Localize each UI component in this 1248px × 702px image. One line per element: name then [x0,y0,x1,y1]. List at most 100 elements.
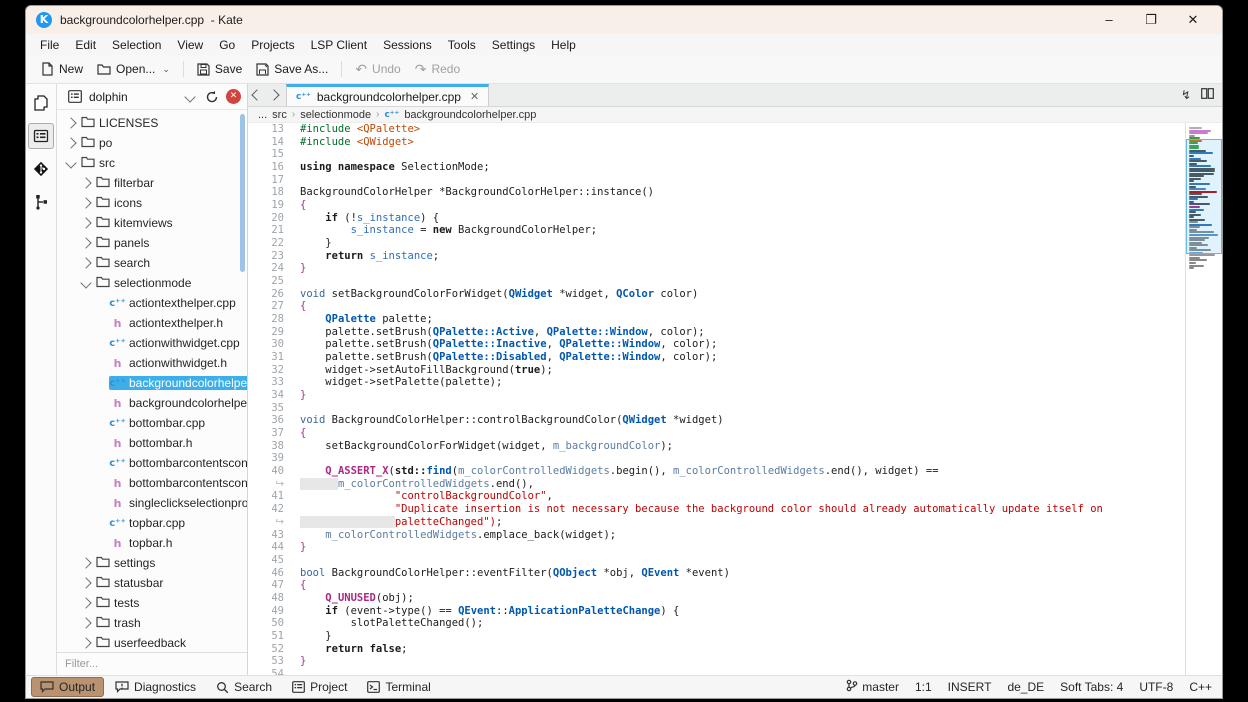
tree-folder-po[interactable]: po [57,133,247,153]
tab-close-icon[interactable]: ✕ [470,90,479,103]
code-line[interactable]: ↪ m_colorControlledWidgets.end(), [248,477,1185,491]
project-toolview-button[interactable]: Project [283,677,356,697]
git-branch-segment[interactable]: master [846,679,899,695]
projects-panel-icon[interactable] [28,123,54,149]
text-editor[interactable]: 13 #include <QPalette> 14 #include <QWidget… [248,123,1185,675]
documents-icon[interactable] [28,90,54,116]
code-line[interactable]: 40 Q_ASSERT_X(std::find(m_colorControlle… [248,465,1185,478]
save-as-button[interactable]: Save As... [249,59,335,79]
tree-folder-filterbar[interactable]: filterbar [57,173,247,193]
dictionary-locale[interactable]: de_DE [1007,680,1044,694]
code-line[interactable]: 53} [248,655,1185,668]
input-mode[interactable]: INSERT [948,680,992,694]
tree-file-singleclickselectionproxy-[interactable]: h singleclickselectionproxy... [57,493,247,513]
tree-file-backgroundcolorhelper-c-[interactable]: c⁺⁺backgroundcolorhelper.c... [57,373,247,393]
expand-icon[interactable] [78,617,94,629]
close-project-icon[interactable]: ✕ [226,89,241,104]
code-line[interactable]: 16 using namespace SelectionMode; [248,161,1185,174]
code-line[interactable]: 42 "Duplicate insertion is not necessary… [248,503,1185,516]
code-line[interactable]: 22 } [248,237,1185,250]
expand-icon[interactable] [78,237,94,249]
code-line[interactable]: 49 if (event->type() == QEvent::Applicat… [248,605,1185,618]
git-icon[interactable] [28,156,54,182]
tree-file-bottombar-h[interactable]: h bottombar.h [57,433,247,453]
expand-icon[interactable] [78,217,94,229]
code-line[interactable]: ↪ paletteChanged"); [248,515,1185,529]
expand-icon[interactable] [63,117,79,129]
collapse-icon[interactable] [78,277,94,289]
minimap-viewport[interactable] [1186,139,1222,254]
new-button[interactable]: New [34,59,90,79]
code-line[interactable]: 23 return s_instance; [248,250,1185,263]
forward-icon[interactable] [265,84,282,106]
reload-project-icon[interactable] [204,89,220,105]
output-toolview-button[interactable]: Output [31,677,105,697]
open-button[interactable]: Open... ⌄ [90,59,177,79]
code-line[interactable]: 45 [248,554,1185,567]
tree-file-actionwithwidget-cpp[interactable]: c⁺⁺ actionwithwidget.cpp [57,333,247,353]
back-icon[interactable] [248,84,265,106]
code-line[interactable]: 54 [248,668,1185,675]
diagnostics-toolview-button[interactable]: Diagnostics [106,677,205,697]
tree-scrollbar[interactable] [240,114,245,272]
code-line[interactable]: 19 { [248,199,1185,212]
code-line[interactable]: 33 widget->setPalette(palette); [248,376,1185,389]
code-line[interactable]: 18 BackgroundColorHelper *BackgroundColor… [248,186,1185,199]
tab-backgroundcolorhelper[interactable]: c⁺⁺ backgroundcolorhelper.cpp ✕ [286,84,490,106]
menu-tools[interactable]: Tools [440,36,484,54]
expand-icon[interactable] [78,257,94,269]
code-line[interactable]: 38 setBackgroundColorForWidget(widget, m… [248,440,1185,453]
tree-folder-tests[interactable]: tests [57,593,247,613]
menu-help[interactable]: Help [543,36,584,54]
tree-folder-kitemviews[interactable]: kitemviews [57,213,247,233]
code-line[interactable]: 26 void setBackgroundColorForWidget(QWidg… [248,288,1185,301]
menu-edit[interactable]: Edit [67,36,104,54]
breadcrumb-ellipsis[interactable]: ... [258,109,267,121]
undo-button[interactable]: ↶ Undo [348,59,407,79]
code-line[interactable]: 20 if (!s_instance) { [248,212,1185,225]
expand-icon[interactable] [78,577,94,589]
encoding[interactable]: UTF-8 [1139,680,1173,694]
tree-file-actionwithwidget-h[interactable]: h actionwithwidget.h [57,353,247,373]
redo-button[interactable]: ↷ Redo [408,59,467,79]
code-line[interactable]: 13 #include <QPalette> [248,123,1185,136]
code-line[interactable]: 35 [248,402,1185,415]
collapse-icon[interactable] [63,157,79,169]
tree-file-bottombarcontentscont-[interactable]: h bottombarcontentscont... [57,473,247,493]
menu-go[interactable]: Go [211,36,243,54]
code-line[interactable]: 21 s_instance = new BackgroundColorHelpe… [248,224,1185,237]
expand-icon[interactable] [63,137,79,149]
tree-folder-statusbar[interactable]: statusbar [57,573,247,593]
open-dropdown-caret[interactable]: ⌄ [162,64,170,75]
tab-mode[interactable]: Soft Tabs: 4 [1060,680,1123,694]
split-view-icon[interactable] [1201,86,1214,104]
save-button[interactable]: Save [190,59,249,79]
expand-icon[interactable] [78,197,94,209]
code-line[interactable]: 50 slotPaletteChanged(); [248,617,1185,630]
code-line[interactable]: 30 palette.setBrush(QPalette::Inactive, … [248,338,1185,351]
tree-file-bottombarcontentscont-[interactable]: c⁺⁺bottombarcontentscont... [57,453,247,473]
menu-projects[interactable]: Projects [243,36,302,54]
close-button[interactable]: ✕ [1172,7,1214,33]
expand-icon[interactable] [78,557,94,569]
project-switch-chevron-icon[interactable] [182,89,198,105]
tree-folder-icons[interactable]: icons [57,193,247,213]
code-line[interactable]: 41 "controlBackgroundColor", [248,490,1185,503]
tree-folder-userfeedback[interactable]: userfeedback [57,633,247,652]
terminal-toolview-button[interactable]: Terminal [358,677,439,697]
tree-file-topbar-h[interactable]: h topbar.h [57,533,247,553]
code-line[interactable]: 52 return false; [248,643,1185,656]
tree-file-bottombar-cpp[interactable]: c⁺⁺ bottombar.cpp [57,413,247,433]
filter-input[interactable] [57,658,247,670]
symbols-outline-icon[interactable] [28,189,54,215]
code-line[interactable]: 47 { [248,579,1185,592]
code-line[interactable]: 27 { [248,300,1185,313]
breadcrumb-item-src[interactable]: src [272,109,287,121]
code-line[interactable]: 24} [248,262,1185,275]
tree-folder-selectionmode[interactable]: selectionmode [57,273,247,293]
code-line[interactable]: 31 palette.setBrush(QPalette::Disabled, … [248,351,1185,364]
tree-folder-src[interactable]: src [57,153,247,173]
menu-file[interactable]: File [32,36,67,54]
code-line[interactable]: 39 [248,452,1185,465]
menu-lsp-client[interactable]: LSP Client [303,36,375,54]
